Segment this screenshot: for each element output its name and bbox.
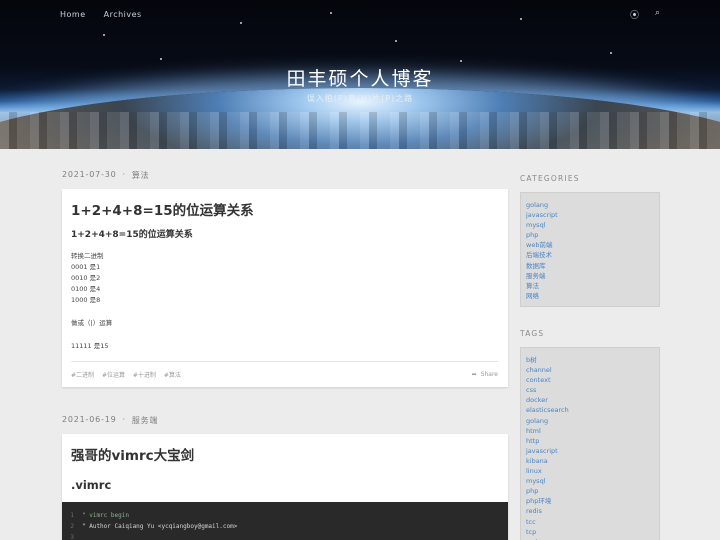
tag-link[interactable]: docker [526, 395, 654, 405]
line-number: 3 [70, 534, 74, 540]
post-tag[interactable]: #二进制 [71, 372, 94, 379]
tags-list: b树 channel context css docker elasticsea… [520, 347, 660, 540]
post-card: 强哥的vimrc大宝剑 .vimrc 1 " vimrc begin 2 " A… [62, 434, 508, 540]
post-line: 0001 是1 [71, 263, 101, 271]
categories-list: golang javascript mysql php web前端 后端技术 数… [520, 192, 660, 307]
category-link[interactable]: mysql [526, 220, 654, 230]
site-title[interactable]: 田丰硕个人博客 [0, 64, 720, 91]
star [610, 52, 612, 54]
categories-heading: CATEGORIES [520, 174, 580, 183]
category-link[interactable]: golang [526, 200, 654, 210]
post-title[interactable]: 1+2+4+8=15的位运算关系 [71, 199, 498, 219]
post-tag[interactable]: #位运算 [102, 372, 125, 379]
category-link[interactable]: 网络 [526, 291, 654, 301]
post-list: 2021-07-30 · 算法 1+2+4+8=15的位运算关系 1+2+4+8… [62, 170, 508, 540]
tag-link[interactable]: javascript [526, 446, 654, 456]
post-line: 做或（|）运算 [71, 319, 113, 327]
header-banner: Home Archives ⦿ ⌕ 田丰硕个人博客 误入拍(P)黄(H)片(P)… [0, 0, 720, 149]
share-button[interactable]: ➦ Share [472, 370, 498, 379]
post-meta: 2021-07-30 · 算法 [62, 170, 508, 181]
tag-link[interactable]: mysql [526, 476, 654, 486]
post-line: 转换二进制 [71, 252, 104, 260]
post-tag[interactable]: #十进制 [133, 372, 156, 379]
tag-link[interactable]: redis [526, 506, 654, 516]
tag-link[interactable]: tcp [526, 527, 654, 537]
code-line: 1 " vimrc begin [62, 510, 508, 521]
category-link[interactable]: 数据库 [526, 261, 654, 271]
code-block: 1 " vimrc begin 2 " Author Caiqiang Yu <… [62, 502, 508, 540]
star [240, 22, 242, 24]
code-text: " vimrc begin [82, 512, 129, 519]
category-link[interactable]: 算法 [526, 281, 654, 291]
post-line: 1000 是8 [71, 296, 101, 304]
category-link[interactable]: 服务端 [526, 271, 654, 281]
post-category[interactable]: 算法 [132, 170, 150, 181]
star [460, 60, 462, 62]
star [160, 58, 162, 60]
star [103, 34, 105, 36]
nav-home-link[interactable]: Home [60, 10, 86, 19]
sidebar: CATEGORIES golang javascript mysql php w… [520, 174, 660, 540]
tag-link[interactable]: css [526, 385, 654, 395]
post-date[interactable]: 2021-06-19 [62, 415, 117, 426]
site-subtitle: 误入拍(P)黄(H)片(P)之路 [306, 94, 414, 103]
star [330, 12, 332, 14]
category-link[interactable]: 后端技术 [526, 250, 654, 260]
star [395, 40, 397, 42]
rss-icon[interactable]: ⦿ [630, 8, 639, 21]
code-text: " Author Caiqiang Yu <ycqiangboy@gmail.c… [82, 523, 238, 530]
code-line: 3 [62, 532, 508, 540]
post-meta: 2021-06-19 · 服务端 [62, 415, 508, 426]
nav-icons: ⦿ ⌕ [630, 8, 660, 21]
tag-link[interactable]: golang [526, 416, 654, 426]
post-date[interactable]: 2021-07-30 [62, 170, 117, 181]
category-link[interactable]: php [526, 230, 654, 240]
tag-link[interactable]: php环境 [526, 496, 654, 506]
tag-link[interactable]: channel [526, 365, 654, 375]
meta-separator: · [122, 170, 126, 179]
search-icon[interactable]: ⌕ [655, 8, 660, 21]
share-label: Share [480, 371, 498, 378]
top-nav: Home Archives [60, 10, 142, 19]
tag-link[interactable]: html [526, 426, 654, 436]
post-subtitle: .vimrc [71, 478, 112, 492]
post-line: 0100 是4 [71, 285, 101, 293]
post-title[interactable]: 强哥的vimrc大宝剑 [71, 444, 498, 464]
share-icon: ➦ [471, 371, 477, 378]
tags-heading: TAGS [520, 329, 545, 338]
tag-link[interactable]: context [526, 375, 654, 385]
line-number: 1 [70, 512, 74, 519]
tag-link[interactable]: elasticsearch [526, 405, 654, 415]
post-tags: #二进制 #位运算 #十进制 #算法 [71, 370, 187, 379]
tag-link[interactable]: linux [526, 466, 654, 476]
tag-link[interactable]: http [526, 436, 654, 446]
post-footer: #二进制 #位运算 #十进制 #算法 ➦ Share [71, 361, 498, 379]
code-line: 2 " Author Caiqiang Yu <ycqiangboy@gmail… [62, 521, 508, 532]
tag-link[interactable]: php [526, 486, 654, 496]
category-link[interactable]: web前端 [526, 240, 654, 250]
post-line: 11111 是15 [71, 342, 109, 350]
earth-clouds-image [0, 112, 720, 149]
star [520, 18, 522, 20]
tag-link[interactable]: kibana [526, 456, 654, 466]
tag-link[interactable]: b树 [526, 355, 654, 365]
post-tag[interactable]: #算法 [164, 372, 181, 379]
post-line: 0010 是2 [71, 274, 101, 282]
post-subtitle: 1+2+4+8=15的位运算关系 [71, 230, 193, 240]
meta-separator: · [122, 415, 126, 424]
post-category[interactable]: 服务端 [132, 415, 158, 426]
post-card: 1+2+4+8=15的位运算关系 1+2+4+8=15的位运算关系 转换二进制 … [62, 189, 508, 387]
nav-archives-link[interactable]: Archives [104, 10, 142, 19]
tag-link[interactable]: tcc [526, 517, 654, 527]
line-number: 2 [70, 523, 74, 530]
category-link[interactable]: javascript [526, 210, 654, 220]
